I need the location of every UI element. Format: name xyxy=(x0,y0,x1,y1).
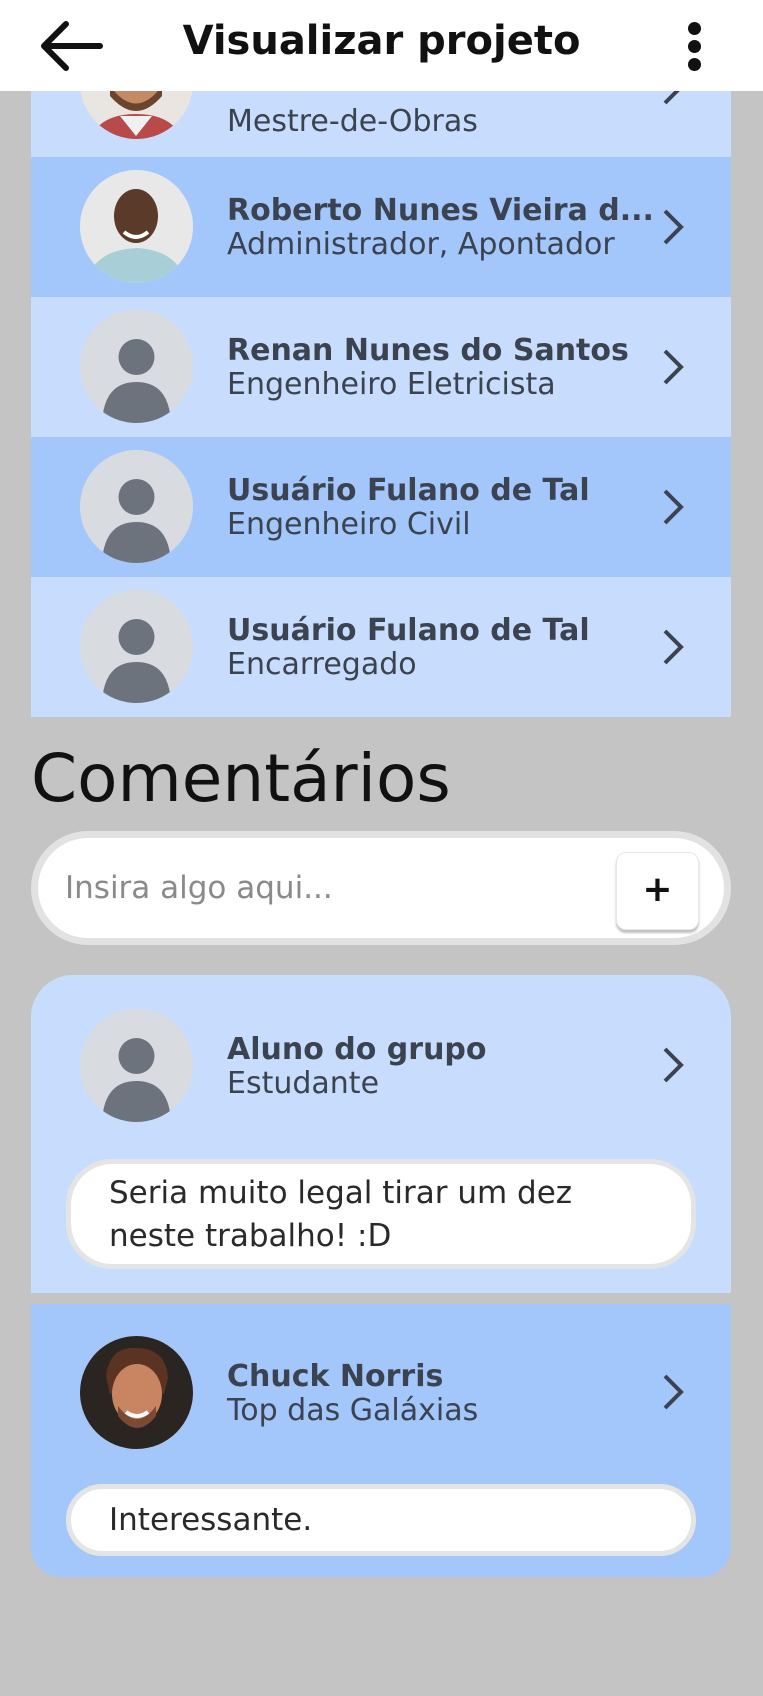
comment-card: Chuck Norris Top das Galáxias Interessan… xyxy=(31,1304,731,1577)
members-list: Mestre-de-Obras Roberto Nunes Vieira d..… xyxy=(31,17,731,717)
app-bar: Visualizar projeto xyxy=(0,0,763,91)
member-row[interactable]: Roberto Nunes Vieira d... Administrador,… xyxy=(31,157,731,297)
add-comment-button[interactable]: + xyxy=(616,852,699,930)
default-user-icon xyxy=(80,450,193,563)
comment-text: Interessante. xyxy=(66,1484,696,1556)
page-title: Visualizar projeto xyxy=(182,18,581,64)
comment-author-role: Estudante xyxy=(227,1066,380,1101)
member-row[interactable]: Usuário Fulano de Tal Encarregado xyxy=(31,577,731,717)
comment-author-role: Top das Galáxias xyxy=(227,1393,479,1428)
member-photo xyxy=(80,170,193,283)
chevron-right-icon[interactable] xyxy=(659,1045,687,1085)
chevron-right-icon[interactable] xyxy=(659,347,687,387)
member-role: Engenheiro Eletricista xyxy=(227,367,556,402)
member-role: Administrador, Apontador xyxy=(227,227,615,262)
comment-card: Aluno do grupo Estudante Seria muito leg… xyxy=(31,975,731,1293)
more-vertical-icon[interactable] xyxy=(676,18,712,74)
comments-heading: Comentários xyxy=(31,740,451,817)
member-row[interactable]: Renan Nunes do Santos Engenheiro Eletric… xyxy=(31,297,731,437)
comment-author: Aluno do grupo xyxy=(227,1032,487,1067)
member-row[interactable]: Usuário Fulano de Tal Engenheiro Civil xyxy=(31,437,731,577)
member-name: Usuário Fulano de Tal xyxy=(227,473,590,508)
default-user-icon xyxy=(80,1009,193,1122)
member-role: Encarregado xyxy=(227,647,417,682)
member-photo xyxy=(80,1336,193,1449)
member-name: Roberto Nunes Vieira d... xyxy=(227,193,654,228)
avatar xyxy=(80,170,193,283)
comment-text: Seria muito legal tirar um dez neste tra… xyxy=(66,1159,696,1269)
default-user-icon xyxy=(80,310,193,423)
chevron-right-icon[interactable] xyxy=(659,627,687,667)
chevron-right-icon[interactable] xyxy=(659,207,687,247)
member-role: Engenheiro Civil xyxy=(227,507,471,542)
member-name: Renan Nunes do Santos xyxy=(227,333,629,368)
default-user-icon xyxy=(80,590,193,703)
chevron-right-icon[interactable] xyxy=(659,487,687,527)
comment-input-container: + xyxy=(31,831,731,945)
avatar xyxy=(80,1336,193,1449)
comment-author: Chuck Norris xyxy=(227,1359,444,1394)
member-role: Mestre-de-Obras xyxy=(227,104,478,139)
member-name: Usuário Fulano de Tal xyxy=(227,613,590,648)
chevron-right-icon[interactable] xyxy=(659,1372,687,1412)
